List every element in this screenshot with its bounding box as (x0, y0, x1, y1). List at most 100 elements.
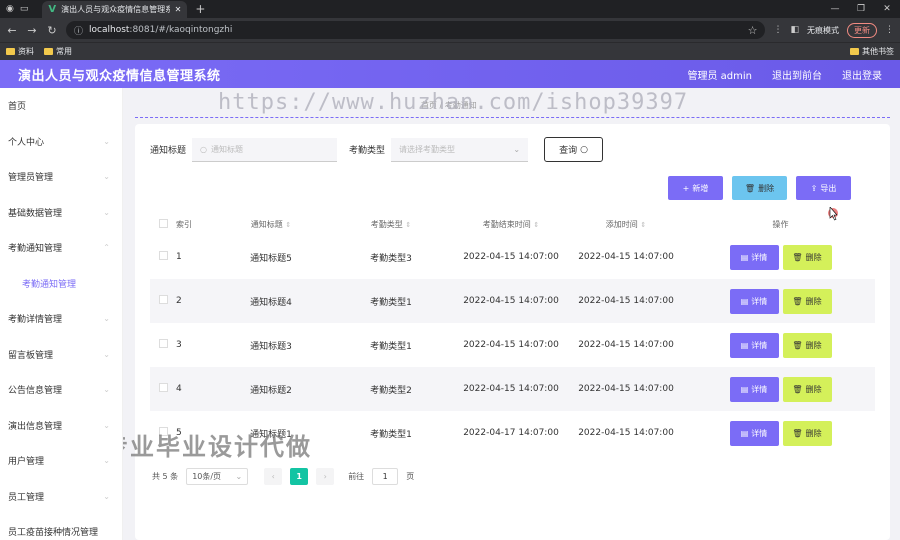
chevron-down-icon: ⌄ (235, 472, 243, 481)
watermark-url: https://www.huzhan.com/ishop39397 (218, 90, 689, 115)
document-icon: ▤ (740, 296, 749, 306)
cell-index: 4 (176, 367, 216, 411)
extensions-icon[interactable]: ⋮ (773, 25, 782, 35)
cell-title: 通知标题3 (250, 341, 292, 352)
chevron-down-icon: ⌄ (103, 420, 110, 430)
current-user: 管理员 admin (687, 70, 752, 82)
close-window-icon[interactable]: ✕ (874, 4, 900, 14)
cell-added-time: 2022-04-15 14:07:00 (578, 340, 674, 350)
delete-button[interactable]: 🗑 删除 (782, 244, 832, 270)
detail-button[interactable]: ▤ 详情 (729, 420, 779, 446)
divider (135, 117, 890, 118)
prev-page-button[interactable]: ‹ (264, 468, 283, 485)
sidepanel-icon[interactable]: ◧ (790, 25, 799, 35)
table-row: 1 通知标题5 考勤类型3 2022-04-15 14:07:00 2022-0… (150, 235, 875, 279)
cell-type: 考勤类型3 (370, 253, 412, 264)
bookmark-folder-1[interactable]: 资料 (6, 46, 34, 57)
detail-button[interactable]: ▤ 详情 (729, 376, 779, 402)
cell-type: 考勤类型2 (326, 367, 456, 411)
row-checkbox[interactable] (158, 339, 168, 348)
sidebar-item-users[interactable]: 用户管理 ⌄ (0, 443, 122, 479)
reload-icon[interactable]: ↻ (46, 24, 58, 37)
col-title[interactable]: 通知标题 ⇕ (216, 213, 326, 235)
goto-label: 前往 (348, 472, 365, 481)
chevron-down-icon: ⌄ (103, 385, 110, 395)
search-icon: ○ (580, 144, 588, 155)
chevron-down-icon: ⌄ (103, 172, 110, 182)
forward-icon[interactable]: → (26, 24, 38, 37)
document-icon: ▤ (740, 340, 749, 350)
back-to-frontend-link[interactable]: 退出到前台 (772, 67, 822, 82)
col-added-time[interactable]: 添加时间 ⇕ (566, 213, 686, 235)
detail-button[interactable]: ▤ 详情 (729, 288, 779, 314)
sidebar-item-employees[interactable]: 员工管理 ⌄ (0, 479, 122, 515)
bookmark-star-icon[interactable]: ☆ (748, 24, 758, 37)
chevron-down-icon: ⌄ (103, 491, 110, 501)
document-icon: ▤ (740, 252, 749, 262)
trash-icon: 🗑 (792, 340, 803, 350)
cell-added-time: 2022-04-15 14:07:00 (578, 252, 674, 262)
chevron-down-icon: ⌄ (103, 207, 110, 217)
sidebar-item-performances[interactable]: 演出信息管理 ⌄ (0, 408, 122, 444)
next-page-button[interactable]: › (316, 468, 335, 485)
delete-button[interactable]: 🗑 删除 (782, 376, 832, 402)
col-index: 索引 (176, 219, 192, 229)
sidebar-subitem-attendance-notice[interactable]: 考勤通知管理 (0, 266, 122, 302)
logout-link[interactable]: 退出登录 (842, 67, 882, 82)
export-button[interactable]: ⇪ 导出 (796, 176, 851, 200)
url-field[interactable]: ⓘ localhost:8081/#/kaoqintongzhi ☆ (66, 21, 766, 39)
detail-button[interactable]: ▤ 详情 (729, 244, 779, 270)
batch-delete-button[interactable]: 🗑 删除 (732, 176, 787, 200)
cell-added-time: 2022-04-15 14:07:00 (566, 279, 686, 323)
search-row: 通知标题 ○ 通知标题 考勤类型 请选择考勤类型 ⌄ 查询 ○ (150, 137, 604, 162)
sidebar-item-admin[interactable]: 管理员管理 ⌄ (0, 159, 122, 195)
cell-type: 考勤类型1 (326, 279, 456, 323)
menu-icon[interactable]: ⋮ (885, 25, 894, 35)
select-all-checkbox[interactable] (158, 218, 168, 228)
tab-search-icon[interactable]: ▭ (20, 4, 29, 14)
trash-icon: 🗑 (792, 296, 803, 306)
sidebar-item-message-board[interactable]: 留言板管理 ⌄ (0, 337, 122, 373)
sidebar-item-attendance-notice[interactable]: 考勤通知管理 ⌃ (0, 230, 122, 266)
delete-button[interactable]: 🗑 删除 (782, 420, 832, 446)
row-checkbox[interactable] (158, 251, 168, 260)
sidebar-item-announcements[interactable]: 公告信息管理 ⌄ (0, 372, 122, 408)
cell-type: 考勤类型1 (370, 341, 412, 352)
back-icon[interactable]: ← (6, 24, 18, 37)
cell-end-time: 2022-04-15 14:07:00 (456, 279, 566, 323)
sidebar-item-profile[interactable]: 个人中心 ⌄ (0, 124, 122, 160)
sidebar-item-vaccination[interactable]: 员工疫苗接种情况管理 (0, 514, 122, 540)
tab-close-icon[interactable]: ✕ (175, 5, 182, 14)
new-tab-button[interactable]: + (195, 1, 205, 18)
col-actions: 操作 (772, 219, 789, 229)
page-size-select[interactable]: 10条/页 ⌄ (186, 468, 249, 485)
minimize-icon[interactable]: — (822, 4, 848, 14)
browser-window-icons: ◉ ▭ (0, 0, 34, 18)
title-search-input[interactable]: ○ 通知标题 (192, 137, 338, 162)
delete-button[interactable]: 🗑 删除 (782, 288, 832, 314)
delete-button[interactable]: 🗑 删除 (782, 332, 832, 358)
page-unit-label: 页 (406, 472, 415, 481)
add-button[interactable]: + 新增 (668, 176, 723, 200)
browser-tab-active[interactable]: V 演出人员与观众疫情信息管理系统 ✕ (42, 1, 188, 18)
sidebar-item-basic-data[interactable]: 基础数据管理 ⌄ (0, 195, 122, 231)
bookmark-folder-2[interactable]: 常用 (44, 46, 72, 57)
detail-button[interactable]: ▤ 详情 (729, 332, 779, 358)
info-icon[interactable]: ⓘ (74, 24, 83, 37)
type-select[interactable]: 请选择考勤类型 ⌄ (391, 137, 529, 162)
row-checkbox[interactable] (158, 295, 168, 304)
col-type[interactable]: 考勤类型 ⇕ (326, 213, 456, 235)
page-1-button[interactable]: 1 (290, 468, 309, 485)
restore-icon[interactable]: ❐ (848, 4, 874, 14)
goto-page-input[interactable]: 1 (372, 468, 399, 485)
query-button[interactable]: 查询 ○ (544, 137, 604, 162)
folder-icon (44, 48, 53, 55)
sidebar-item-attendance-detail[interactable]: 考勤详情管理 ⌄ (0, 301, 122, 337)
app-header: 演出人员与观众疫情信息管理系统 管理员 admin 退出到前台 退出登录 (0, 60, 900, 88)
update-button[interactable]: 更新 (847, 22, 877, 38)
other-bookmarks[interactable]: 其他书签 (850, 46, 894, 57)
app-title: 演出人员与观众疫情信息管理系统 (18, 68, 221, 84)
col-end-time[interactable]: 考勤结束时间 ⇕ (456, 213, 566, 235)
row-checkbox[interactable] (158, 383, 168, 392)
sidebar-item-home[interactable]: 首页 (0, 88, 122, 124)
